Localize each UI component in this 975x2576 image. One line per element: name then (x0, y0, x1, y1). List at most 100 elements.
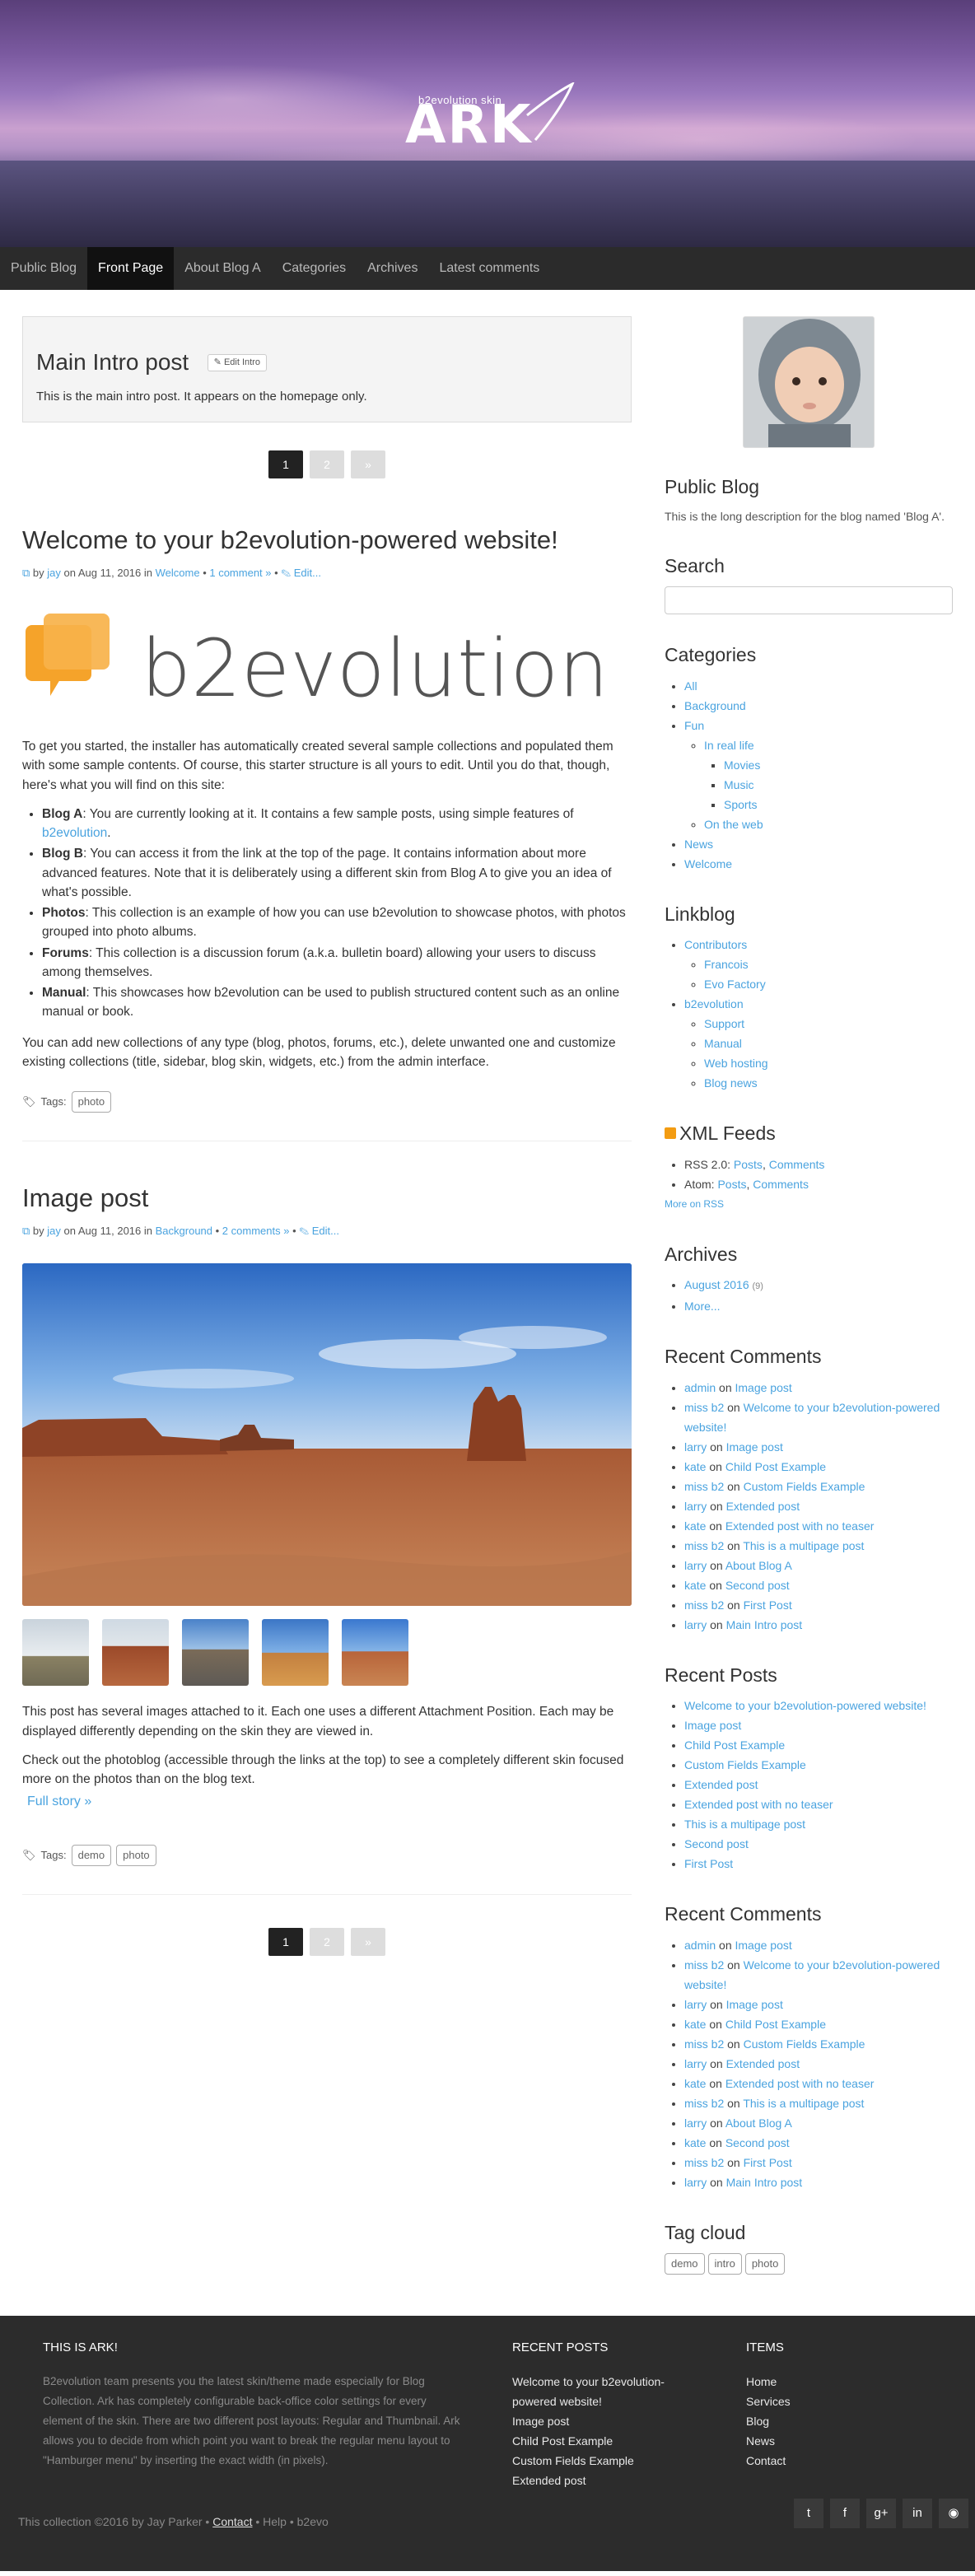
archives-more-link[interactable]: More... (684, 1300, 721, 1313)
tag-cloud-photo[interactable]: photo (744, 2253, 786, 2275)
comment-post-link[interactable]: Extended post (726, 2057, 800, 2070)
thumbnail-desert[interactable] (342, 1619, 408, 1687)
comment-post-link[interactable]: Child Post Example (725, 1460, 826, 1473)
nav-latest-comments[interactable]: Latest comments (428, 247, 550, 290)
recent-post-link[interactable]: This is a multipage post (684, 1818, 805, 1831)
comment-author-link[interactable]: larry (684, 2116, 707, 2130)
comment-author-link[interactable]: miss b2 (684, 1480, 724, 1493)
nav-public-blog[interactable]: Public Blog (0, 247, 87, 290)
search-input[interactable] (665, 586, 953, 614)
atom-comments-link[interactable]: Comments (753, 1178, 809, 1191)
permalink-icon[interactable]: ⧉ (22, 567, 30, 579)
rss-comments-link[interactable]: Comments (769, 1158, 825, 1171)
comment-post-link[interactable]: Second post (725, 1579, 790, 1592)
twitter-icon[interactable]: t (794, 2498, 823, 2528)
site-logo[interactable]: b2evolution skin ARK (404, 82, 576, 161)
comment-author-link[interactable]: admin (684, 1939, 716, 1952)
facebook-icon[interactable]: f (830, 2498, 860, 2528)
category-sports[interactable]: Sports (724, 798, 757, 811)
comment-author-link[interactable]: larry (684, 1618, 707, 1631)
comment-author-link[interactable]: larry (684, 1998, 707, 2011)
comment-author-link[interactable]: miss b2 (684, 1958, 724, 1972)
recent-post-link[interactable]: Extended post (684, 1778, 758, 1791)
comment-author-link[interactable]: miss b2 (684, 1401, 724, 1414)
linkedin-icon[interactable]: in (903, 2498, 932, 2528)
comment-author-link[interactable]: kate (684, 2136, 706, 2149)
comment-author-link[interactable]: kate (684, 1460, 706, 1473)
recent-post-link[interactable]: Image post (684, 1719, 741, 1732)
post-title[interactable]: Welcome to your b2evolution-powered webs… (22, 525, 632, 555)
category-fun[interactable]: Fun (684, 719, 704, 732)
comment-post-link[interactable]: Extended post with no teaser (725, 2077, 875, 2090)
comment-post-link[interactable]: Extended post (726, 1500, 800, 1513)
comment-post-link[interactable]: This is a multipage post (743, 1539, 864, 1552)
footer-post-link[interactable]: Welcome to your b2evolution-powered webs… (512, 2372, 693, 2411)
tag-cloud-demo[interactable]: demo (665, 2253, 705, 2275)
link-manual[interactable]: Manual (704, 1037, 742, 1050)
comment-author-link[interactable]: kate (684, 1579, 706, 1592)
category-link[interactable]: Welcome (156, 567, 200, 579)
page-2-button[interactable]: 2 (310, 1927, 344, 1956)
nav-front-page[interactable]: Front Page (87, 247, 175, 290)
comment-post-link[interactable]: Main Intro post (726, 1618, 803, 1631)
tag-cloud-intro[interactable]: intro (707, 2253, 742, 2275)
comment-author-link[interactable]: larry (684, 1500, 707, 1513)
nav-categories[interactable]: Categories (272, 247, 357, 290)
link-blog-news[interactable]: Blog news (704, 1076, 758, 1090)
thumbnail-mesa-sunset[interactable] (262, 1619, 329, 1687)
footer-item-link[interactable]: Home (746, 2372, 791, 2392)
comment-author-link[interactable]: larry (684, 1559, 707, 1572)
post-title[interactable]: Image post (22, 1183, 632, 1213)
comment-author-link[interactable]: miss b2 (684, 2097, 724, 2110)
comments-link[interactable]: 2 comments » (222, 1225, 290, 1237)
comment-post-link[interactable]: Extended post with no teaser (725, 1519, 875, 1533)
edit-post-link[interactable]: ✎ Edit... (281, 567, 321, 579)
contact-link[interactable]: Contact (212, 2515, 252, 2528)
comment-post-link[interactable]: Image post (735, 1381, 792, 1394)
full-story-link[interactable]: Full story » (27, 1792, 91, 1812)
recent-post-link[interactable]: Custom Fields Example (684, 1758, 806, 1771)
comment-author-link[interactable]: miss b2 (684, 2156, 724, 2169)
more-on-rss-link[interactable]: More on RSS (665, 1198, 724, 1210)
next-page-button[interactable]: » (351, 450, 385, 478)
edit-intro-button[interactable]: ✎ Edit Intro (207, 354, 267, 371)
link-b2evolution[interactable]: b2evolution (684, 997, 744, 1010)
comment-author-link[interactable]: miss b2 (684, 2037, 724, 2051)
category-background[interactable]: Background (684, 699, 746, 712)
category-on-the-web[interactable]: On the web (704, 818, 763, 831)
footer-item-link[interactable]: News (746, 2431, 791, 2451)
archive-august-2016[interactable]: August 2016 (684, 1278, 749, 1291)
comment-post-link[interactable]: Custom Fields Example (744, 1480, 865, 1493)
tag-photo[interactable]: photo (71, 1091, 112, 1113)
comment-author-link[interactable]: kate (684, 2077, 706, 2090)
comment-post-link[interactable]: Child Post Example (725, 2018, 826, 2031)
category-all[interactable]: All (684, 679, 697, 693)
nav-archives[interactable]: Archives (357, 247, 428, 290)
comment-author-link[interactable]: miss b2 (684, 1539, 724, 1552)
permalink-icon[interactable]: ⧉ (22, 1225, 30, 1237)
comments-link[interactable]: 1 comment » (209, 567, 271, 579)
link-evo-factory[interactable]: Evo Factory (704, 978, 766, 991)
recent-post-link[interactable]: First Post (684, 1857, 733, 1870)
category-news[interactable]: News (684, 838, 713, 851)
comment-author-link[interactable]: larry (684, 2057, 707, 2070)
recent-post-link[interactable]: Extended post with no teaser (684, 1798, 833, 1811)
footer-item-link[interactable]: Blog (746, 2411, 791, 2431)
footer-item-link[interactable]: Contact (746, 2451, 791, 2471)
page-1-button[interactable]: 1 (268, 450, 303, 478)
footer-item-link[interactable]: Services (746, 2392, 791, 2411)
comment-post-link[interactable]: About Blog A (725, 1559, 792, 1572)
comment-post-link[interactable]: Image post (726, 1998, 783, 2011)
rss-posts-link[interactable]: Posts (734, 1158, 763, 1171)
comment-post-link[interactable]: Main Intro post (726, 2176, 803, 2189)
github-icon[interactable]: ◉ (939, 2498, 968, 2528)
comment-post-link[interactable]: First Post (744, 2156, 792, 2169)
recent-post-link[interactable]: Child Post Example (684, 1738, 785, 1752)
atom-posts-link[interactable]: Posts (717, 1178, 746, 1191)
comment-post-link[interactable]: Custom Fields Example (744, 2037, 865, 2051)
footer-post-link[interactable]: Child Post Example (512, 2431, 693, 2451)
category-in-real-life[interactable]: In real life (704, 739, 754, 752)
comment-author-link[interactable]: miss b2 (684, 1598, 724, 1612)
footer-post-link[interactable]: Extended post (512, 2471, 693, 2490)
comment-post-link[interactable]: First Post (744, 1598, 792, 1612)
